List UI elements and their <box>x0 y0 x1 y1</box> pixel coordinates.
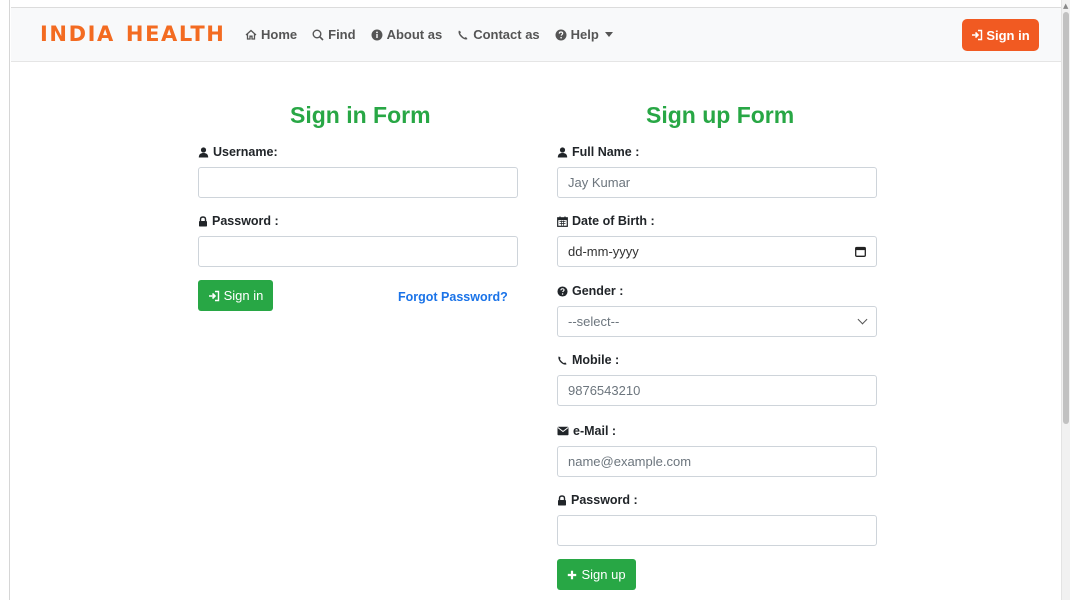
nav-about-label: About as <box>386 27 443 42</box>
signin-password-input[interactable] <box>198 236 518 267</box>
question-icon <box>557 285 568 297</box>
phone-icon <box>558 355 567 365</box>
nav-help-label: Help <box>570 27 599 42</box>
mobile-input[interactable]: 9876543210 <box>557 375 877 406</box>
scrollbar-thumb[interactable] <box>1063 12 1069 424</box>
username-label: Username: <box>198 145 278 159</box>
calendar-icon <box>557 216 568 227</box>
forgot-password-link[interactable]: Forgot Password? <box>398 290 508 304</box>
fullname-label: Full Name : <box>557 145 639 159</box>
chevron-down-icon <box>857 314 868 325</box>
plus-icon <box>568 570 577 579</box>
dob-placeholder: dd-mm-yyyy <box>568 244 639 259</box>
mobile-label-text: Mobile : <box>572 353 620 367</box>
sign-in-icon <box>208 290 219 301</box>
signup-password-input[interactable] <box>557 515 877 546</box>
nav-find[interactable]: Find <box>312 27 356 42</box>
gender-selected-value: --select-- <box>568 314 620 329</box>
signup-form-title: Sign up Form <box>646 102 795 128</box>
page-scrollbar[interactable]: ▲ <box>1061 0 1070 600</box>
nav-links: Home Find About as Contact as Help <box>245 27 628 42</box>
question-icon <box>555 29 567 40</box>
home-icon <box>245 29 257 40</box>
dob-input[interactable]: dd-mm-yyyy <box>557 236 877 267</box>
gender-select[interactable]: --select-- <box>557 306 877 337</box>
signup-password-label: Password : <box>557 493 638 507</box>
envelope-icon <box>557 426 569 436</box>
top-navbar: INDIA HEALTH Home Find About as Contact a… <box>11 7 1061 62</box>
navbar-signin-label: Sign in <box>986 27 1030 43</box>
user-icon <box>198 146 209 157</box>
lock-icon <box>199 215 207 226</box>
brand-word-india: INDIA <box>40 22 115 46</box>
search-icon <box>312 29 324 41</box>
gender-label-text: Gender : <box>572 284 624 298</box>
nav-about[interactable]: About as <box>371 27 443 42</box>
calendar-picker-icon[interactable] <box>855 246 866 257</box>
brand-logo[interactable]: INDIA HEALTH <box>40 22 225 46</box>
fullname-placeholder: Jay Kumar <box>568 175 631 190</box>
email-placeholder: name@example.com <box>568 454 692 469</box>
mobile-label: Mobile : <box>557 353 619 367</box>
signin-form-title: Sign in Form <box>290 102 431 128</box>
nav-home-label: Home <box>261 27 298 42</box>
phone-icon <box>458 30 468 39</box>
signin-password-label-text: Password : <box>212 214 279 228</box>
username-input[interactable] <box>198 167 518 198</box>
dob-label: Date of Birth : <box>557 214 655 228</box>
fullname-label-text: Full Name : <box>572 145 640 159</box>
brand-word-health: HEALTH <box>125 22 226 46</box>
nav-contact-label: Contact as <box>473 27 540 42</box>
signin-password-label: Password : <box>198 214 279 228</box>
user-icon <box>557 146 568 157</box>
email-label: e-Mail : <box>557 424 616 438</box>
signup-submit-button[interactable]: Sign up <box>557 559 636 590</box>
fullname-input[interactable]: Jay Kumar <box>557 167 877 198</box>
username-label-text: Username: <box>213 145 278 159</box>
lock-icon <box>558 494 566 505</box>
gender-label: Gender : <box>557 284 623 298</box>
nav-help-dropdown[interactable]: Help <box>555 27 613 42</box>
nav-find-label: Find <box>328 27 356 42</box>
signin-submit-button[interactable]: Sign in <box>198 280 273 311</box>
navbar-signin-button[interactable]: Sign in <box>962 19 1039 51</box>
scroll-up-icon[interactable]: ▲ <box>1063 2 1068 10</box>
email-label-text: e-Mail : <box>573 424 617 438</box>
window-left-edge <box>0 0 10 600</box>
signup-password-label-text: Password : <box>571 493 638 507</box>
mobile-placeholder: 9876543210 <box>568 383 641 398</box>
signin-submit-label: Sign in <box>223 288 264 303</box>
nav-contact[interactable]: Contact as <box>457 27 540 42</box>
sign-in-icon <box>972 29 983 41</box>
nav-home[interactable]: Home <box>245 27 297 42</box>
signup-submit-label: Sign up <box>581 567 626 582</box>
info-icon <box>371 29 383 40</box>
email-input[interactable]: name@example.com <box>557 446 877 477</box>
dob-label-text: Date of Birth : <box>572 214 655 228</box>
chevron-down-icon <box>604 32 613 37</box>
